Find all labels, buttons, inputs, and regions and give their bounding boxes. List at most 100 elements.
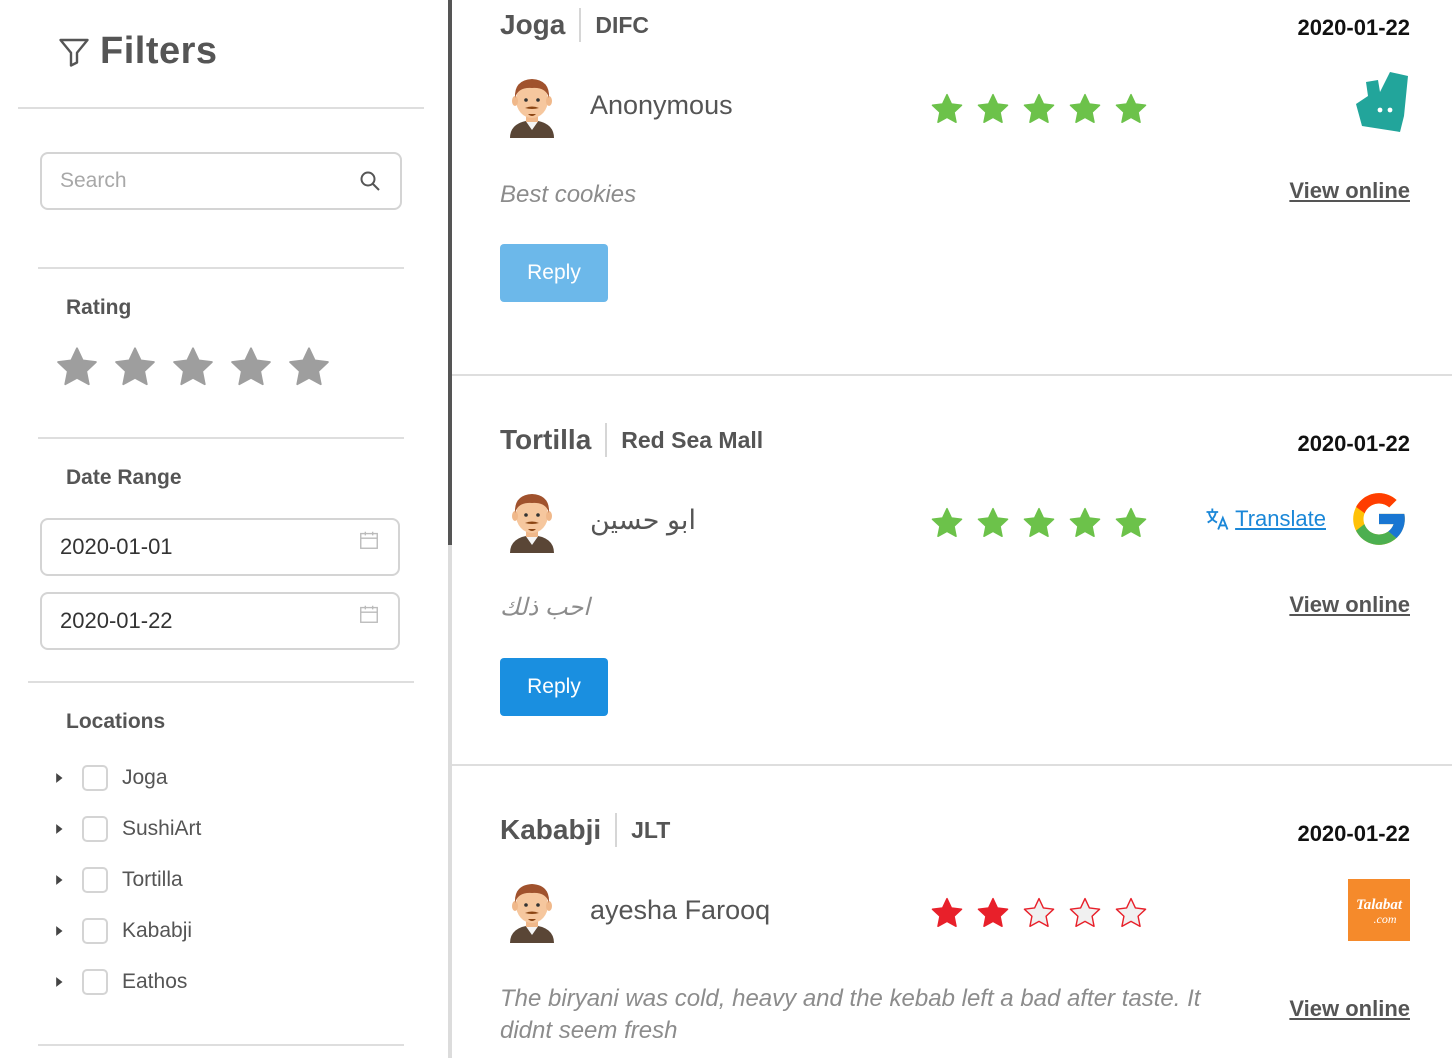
filled-star-icon — [1023, 93, 1055, 124]
rating-star-icon[interactable] — [171, 345, 215, 389]
caret-right-icon[interactable] — [52, 975, 66, 989]
google-logo-icon[interactable] — [1348, 488, 1410, 550]
filled-star-icon — [1115, 507, 1147, 538]
empty-star-icon — [1115, 897, 1147, 928]
review-date: 2020-01-22 — [1297, 821, 1410, 846]
end-date-field[interactable]: 2020-01-22 — [40, 592, 400, 650]
filled-star-icon — [977, 897, 1009, 928]
review-text: احب ذلك — [500, 594, 590, 621]
review-date: 2020-01-22 — [1297, 431, 1410, 456]
divider — [38, 437, 404, 439]
end-date-value: 2020-01-22 — [60, 608, 173, 633]
view-online-link[interactable]: View online — [1289, 996, 1410, 1022]
rating-star-icon[interactable] — [287, 345, 331, 389]
location-label: Tortilla — [122, 867, 183, 891]
filled-star-icon — [931, 93, 963, 124]
location-label: SushiArt — [122, 816, 202, 840]
avatar-icon — [510, 494, 554, 553]
search-input[interactable]: Search — [40, 152, 402, 210]
locations-label: Locations — [66, 710, 166, 733]
brand-name: Joga — [500, 8, 582, 42]
empty-star-icon — [1069, 897, 1101, 928]
location-name: Red Sea Mall — [621, 426, 764, 453]
location-checkbox[interactable] — [82, 917, 108, 944]
location-checkbox[interactable] — [82, 866, 108, 893]
author-name: ابو حسين — [590, 505, 696, 535]
location-name: DIFC — [595, 11, 650, 38]
filters-sidebar: Filters Search Rating Date Range 2020-01… — [0, 0, 448, 1058]
filled-star-icon — [1069, 507, 1101, 538]
caret-right-icon[interactable] — [52, 771, 66, 785]
locations-list: Joga SushiArt Tortilla Kababji Eathos — [52, 752, 412, 1007]
review-divider — [452, 764, 1452, 766]
filter-icon — [59, 38, 89, 67]
caret-right-icon[interactable] — [52, 873, 66, 887]
filled-star-icon — [931, 897, 963, 928]
location-checkbox[interactable] — [82, 815, 108, 842]
talabat-logo-icon[interactable]: Talabat .com — [1348, 879, 1410, 941]
deliveroo-logo-icon[interactable] — [1348, 72, 1410, 134]
rating-star-icon[interactable] — [229, 345, 273, 389]
location-item[interactable]: SushiArt — [52, 803, 412, 854]
location-checkbox[interactable] — [82, 764, 108, 791]
translate-link[interactable]: Translate — [1203, 505, 1326, 533]
review-header: Tortilla Red Sea Mall — [500, 423, 763, 457]
location-label: Eathos — [122, 969, 188, 993]
review-text: The biryani was cold, heavy and the keba… — [500, 985, 1201, 1044]
empty-star-icon — [1023, 897, 1055, 928]
filled-star-icon — [977, 93, 1009, 124]
brand-name: Tortilla — [500, 423, 608, 457]
svg-text:Talabat: Talabat — [1356, 897, 1403, 913]
review-divider — [452, 374, 1452, 376]
rating-filter[interactable] — [55, 345, 331, 389]
view-online-link[interactable]: View online — [1289, 592, 1410, 618]
view-online-link[interactable]: View online — [1289, 178, 1410, 204]
caret-right-icon[interactable] — [52, 924, 66, 938]
search-placeholder: Search — [60, 169, 127, 192]
reply-button[interactable]: Reply — [500, 244, 608, 302]
reply-button[interactable]: Reply — [500, 658, 608, 716]
calendar-icon[interactable] — [358, 529, 380, 551]
brand-name: Kababji — [500, 813, 618, 847]
location-item[interactable]: Kababji — [52, 905, 412, 956]
location-name: JLT — [631, 816, 671, 843]
caret-right-icon[interactable] — [52, 822, 66, 836]
divider — [38, 267, 404, 269]
search-icon[interactable] — [358, 169, 382, 193]
review-rating — [930, 92, 1148, 126]
author-name: Anonymous — [590, 90, 733, 120]
translate-icon[interactable] — [1203, 505, 1231, 533]
filled-star-icon — [977, 507, 1009, 538]
start-date-field[interactable]: 2020-01-01 — [40, 518, 400, 576]
review-rating — [930, 506, 1148, 540]
divider — [18, 107, 424, 109]
rating-star-icon[interactable] — [113, 345, 157, 389]
filled-star-icon — [1023, 507, 1055, 538]
avatar-icon — [510, 79, 554, 138]
review-header: Kababji JLT — [500, 813, 670, 847]
svg-text:.com: .com — [1374, 912, 1397, 926]
location-item[interactable]: Tortilla — [52, 854, 412, 905]
review-text: Best cookies — [500, 181, 637, 208]
filled-star-icon — [1069, 93, 1101, 124]
calendar-icon[interactable] — [358, 603, 380, 625]
author-name: ayesha Farooq — [590, 895, 771, 925]
location-label: Joga — [122, 765, 168, 789]
location-item[interactable]: Eathos — [52, 956, 412, 1007]
filled-star-icon — [1115, 93, 1147, 124]
filters-title: Filters — [100, 30, 218, 72]
start-date-value: 2020-01-01 — [60, 534, 173, 559]
review-date: 2020-01-22 — [1297, 15, 1410, 40]
avatar-icon — [510, 884, 554, 943]
divider — [38, 1044, 404, 1046]
filters-header: Filters — [56, 30, 218, 73]
rating-star-icon[interactable] — [55, 345, 99, 389]
location-item[interactable]: Joga — [52, 752, 412, 803]
reviews-list: Joga DIFC 2020-01-22 Anonymous Best cook… — [452, 0, 1452, 1058]
location-checkbox[interactable] — [82, 968, 108, 995]
translate-label[interactable]: Translate — [1235, 506, 1326, 532]
review-header: Joga DIFC — [500, 8, 649, 42]
rating-label: Rating — [66, 296, 132, 319]
location-label: Kababji — [122, 918, 193, 942]
divider — [28, 681, 414, 683]
